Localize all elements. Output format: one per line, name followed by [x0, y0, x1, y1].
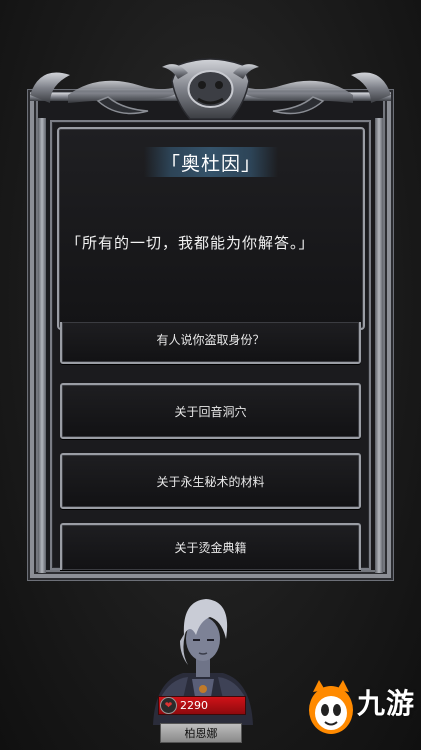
hp-value: 2290 [180, 699, 208, 712]
dialogue-option-label: 有人说你盗取身份？ [156, 332, 265, 347]
dialogue-option-echo-cave[interactable]: 关于回音洞穴 [60, 383, 361, 439]
watermark-text: 九游 [357, 687, 416, 720]
dialogue-option-label: 关于烫金典籍 [174, 541, 247, 555]
dialogue-option-gilded-tome[interactable]: 关于烫金典籍 [60, 523, 361, 570]
game-screen: 「奥杜因」 「所有的一切，我都能为你解答。」 有人说你盗取身份？ 关于回音洞穴 … [0, 0, 421, 750]
dialogue-option-identity[interactable]: 有人说你盗取身份？ [60, 322, 361, 364]
frame-left-pillar [38, 118, 46, 573]
dialogue-option-label: 关于回音洞穴 [174, 404, 247, 419]
heart-icon: ❤ [160, 697, 177, 714]
character-name-tag: 柏恩娜 [160, 723, 242, 743]
frame-right-pillar [375, 118, 383, 573]
frame-crest-ornament [30, 58, 391, 120]
hp-bar: ❤ 2290 [158, 696, 246, 715]
dialog-text: 「所有的一切，我都能为你解答。」 [66, 234, 315, 252]
dialogue-option-label: 关于永生秘术的材料 [156, 474, 265, 489]
speaker-name-plate: 「奥杜因」 [144, 147, 278, 177]
dialogue-option-immortality-materials[interactable]: 关于永生秘术的材料 [60, 453, 361, 509]
